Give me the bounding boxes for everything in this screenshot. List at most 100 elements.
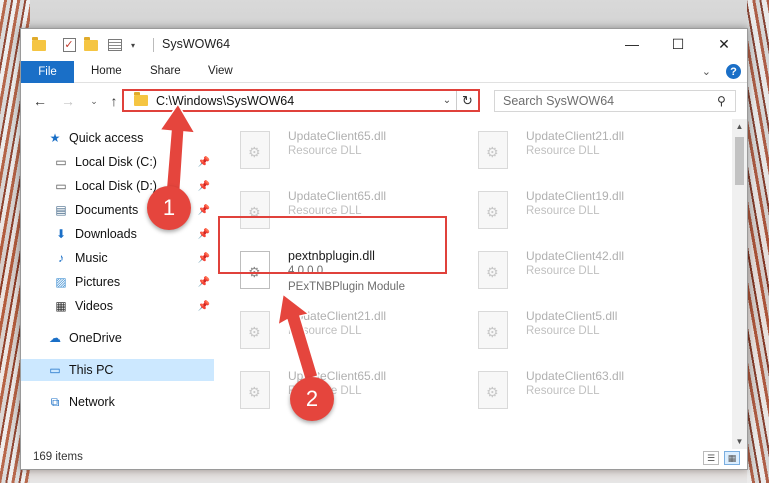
chevron-down-icon[interactable]: ⌄ [438, 95, 456, 106]
list-item[interactable]: ⚙ UpdateClient42.dll Resource DLL [454, 243, 684, 303]
file-name: UpdateClient42.dll [526, 249, 625, 263]
file-name: UpdateClient21.dll [526, 129, 625, 143]
list-item[interactable]: ⚙ UpdateClient5.dll Resource DLL [454, 303, 684, 363]
dll-file-icon: ⚙ [478, 311, 508, 349]
recent-locations-icon[interactable]: ⌄ [85, 91, 103, 111]
sidebar-item-label: Music [75, 251, 108, 265]
navigation-pane: ★ Quick access ▭ Local Disk (C:) 📌 ▭ Loc… [21, 119, 214, 449]
maximize-button[interactable]: ☐ [655, 29, 701, 59]
address-bar[interactable]: C:\Windows\SysWOW64 ⌄ ↻ [122, 89, 480, 112]
file-description: Resource DLL [526, 205, 600, 217]
sidebar-item-this-pc[interactable]: ▭ This PC [21, 359, 214, 381]
qat-dropdown-icon[interactable]: ▾ [125, 37, 141, 53]
search-icon: ⚲ [717, 94, 726, 108]
item-count: 169 items [33, 451, 83, 463]
documents-icon: ▤ [55, 203, 67, 217]
sidebar-item-label: Quick access [69, 131, 144, 145]
dll-file-icon: ⚙ [478, 251, 508, 289]
refresh-icon[interactable]: ↻ [456, 91, 478, 110]
ribbon: File Home Share View ⌄ ? [21, 61, 747, 83]
tiles-view-icon[interactable]: ▦ [724, 451, 740, 465]
minimize-button[interactable]: — [609, 29, 655, 59]
sidebar-item-network[interactable]: ⧉ Network [21, 391, 214, 413]
sidebar-item-onedrive[interactable]: ☁ OneDrive [21, 327, 214, 349]
sidebar-item-label: Local Disk (D:) [75, 179, 157, 193]
back-arrow-icon[interactable]: ← [31, 91, 49, 111]
pin-icon[interactable]: 📌 [198, 181, 210, 192]
pin-icon[interactable]: 📌 [198, 253, 210, 264]
title-separator [153, 38, 154, 52]
sidebar-item-downloads[interactable]: ⬇ Downloads 📌 [21, 223, 214, 245]
file-name: UpdateClient65.dll [288, 129, 387, 143]
file-description: Resource DLL [526, 145, 600, 157]
pin-icon[interactable]: 📌 [198, 157, 210, 168]
pin-icon[interactable]: 📌 [198, 205, 210, 216]
file-description: Resource DLL [526, 385, 600, 397]
list-item[interactable]: ⚙ UpdateClient19.dll Resource DLL [454, 183, 684, 243]
list-item[interactable]: ⚙ UpdateClient21.dll Resource DLL [216, 303, 446, 363]
file-name: UpdateClient19.dll [526, 189, 625, 203]
forward-arrow-icon[interactable]: → [59, 91, 77, 111]
file-name: UpdateClient5.dll [526, 309, 618, 323]
tab-file[interactable]: File [21, 61, 74, 83]
sidebar-item-quick-access[interactable]: ★ Quick access [21, 127, 214, 149]
scroll-up-icon[interactable]: ▲ [732, 119, 747, 134]
network-icon: ⧉ [50, 394, 60, 409]
file-description: Resource DLL [288, 325, 362, 337]
file-name: UpdateClient65.dll [288, 189, 387, 203]
status-bar: 169 items ☰ ▦ [21, 447, 747, 469]
tab-home[interactable]: Home [91, 65, 122, 77]
sidebar-item-label: Documents [75, 203, 139, 217]
tab-view[interactable]: View [208, 65, 233, 77]
pin-icon[interactable]: 📌 [198, 277, 210, 288]
list-item[interactable]: ⚙ UpdateClient65.dll Resource DLL [216, 123, 446, 183]
list-item[interactable]: ⚙ UpdateClient63.dll Resource DLL [454, 363, 684, 423]
sidebar-item-pictures[interactable]: ▨ Pictures 📌 [21, 271, 214, 293]
properties-check-icon[interactable]: ✓ [61, 37, 77, 53]
dll-file-icon: ⚙ [478, 131, 508, 169]
highlight-box [218, 216, 447, 274]
sidebar-item-label: Network [69, 395, 115, 409]
address-path[interactable]: C:\Windows\SysWOW64 [156, 94, 438, 108]
tab-share[interactable]: Share [150, 65, 181, 77]
file-name: UpdateClient63.dll [526, 369, 625, 383]
file-description: Resource DLL [526, 265, 600, 277]
videos-icon: ▦ [55, 299, 67, 313]
window-title: SysWOW64 [162, 37, 231, 51]
dll-file-icon: ⚙ [478, 191, 508, 229]
star-icon: ★ [49, 131, 61, 145]
close-button[interactable]: ✕ [701, 29, 747, 59]
pin-icon[interactable]: 📌 [198, 301, 210, 312]
file-name: UpdateClient21.dll [288, 309, 387, 323]
step-1-badge: 1 [147, 186, 191, 230]
help-icon[interactable]: ? [726, 64, 741, 79]
up-arrow-icon[interactable]: ↑ [105, 91, 123, 111]
cloud-icon: ☁ [49, 331, 61, 345]
sidebar-item-videos[interactable]: ▦ Videos 📌 [21, 295, 214, 317]
vertical-scrollbar[interactable]: ▲ ▼ [732, 119, 747, 449]
new-folder-icon[interactable] [83, 36, 99, 53]
properties-icon[interactable] [107, 37, 123, 53]
sidebar-item-local-disk-c[interactable]: ▭ Local Disk (C:) 📌 [21, 151, 214, 173]
sidebar-item-label: This PC [69, 363, 114, 377]
pin-icon[interactable]: 📌 [198, 229, 210, 240]
file-description: Resource DLL [526, 325, 600, 337]
dll-file-icon: ⚙ [240, 131, 270, 169]
sidebar-item-music[interactable]: ♪ Music 📌 [21, 247, 214, 269]
dll-file-icon: ⚙ [478, 371, 508, 409]
list-item[interactable]: ⚙ UpdateClient21.dll Resource DLL [454, 123, 684, 183]
scroll-thumb[interactable] [735, 137, 744, 185]
search-input[interactable]: Search SysWOW64 [503, 94, 717, 108]
sidebar-item-label: Pictures [75, 275, 121, 289]
music-icon: ♪ [58, 251, 64, 265]
folder-icon [134, 92, 148, 106]
folder-icon [31, 36, 47, 53]
title-bar: ✓ ▾ SysWOW64 — ☐ ✕ [21, 29, 747, 61]
dll-file-icon: ⚙ [240, 311, 270, 349]
chevron-down-icon[interactable]: ⌄ [702, 65, 711, 78]
sidebar-item-label: Downloads [75, 227, 137, 241]
search-box[interactable]: Search SysWOW64 ⚲ [494, 90, 736, 112]
details-view-icon[interactable]: ☰ [703, 451, 719, 465]
step-2-badge: 2 [290, 377, 334, 421]
sidebar-item-label: Local Disk (C:) [75, 155, 157, 169]
